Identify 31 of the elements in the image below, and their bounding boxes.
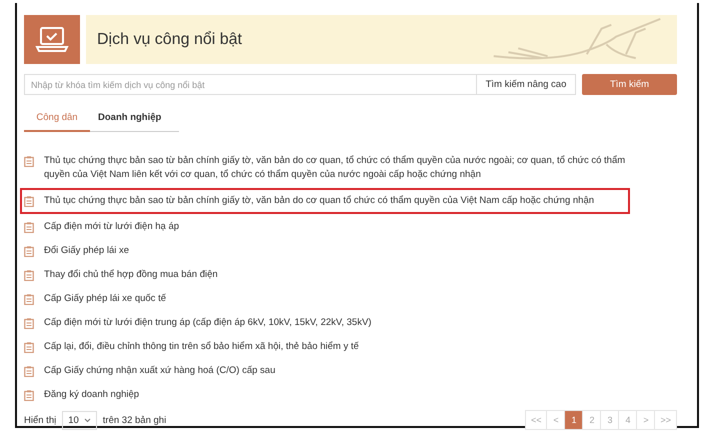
service-link[interactable]: Đăng ký doanh nghiệp: [44, 388, 628, 402]
service-link[interactable]: Thay đổi chủ thể hợp đồng mua bán điện: [44, 268, 628, 282]
service-link[interactable]: Đổi Giấy phép lái xe: [44, 244, 628, 258]
search-button[interactable]: Tìm kiếm: [582, 74, 677, 95]
clipboard-icon: [24, 246, 34, 257]
page-button[interactable]: 1: [564, 411, 582, 429]
clipboard-icon: [24, 294, 34, 305]
clipboard-icon: [24, 390, 34, 401]
search-field[interactable]: Nhập từ khóa tìm kiếm dịch vụ công nổi bật Tìm kiếm nâng cao: [24, 74, 576, 95]
clipboard-icon: [24, 318, 34, 329]
service-link[interactable]: Cấp điện mới từ lưới điện hạ áp: [44, 220, 628, 234]
laptop-check-icon: [24, 15, 80, 64]
service-link[interactable]: Cấp Giấy phép lái xe quốc tế: [44, 292, 628, 306]
show-label: Hiển thị: [24, 414, 56, 426]
service-link[interactable]: Thủ tục chứng thực bản sao từ bản chính giấy tờ, văn bản do cơ quan tổ chức có thẩm quyền của Việt Nam cấp hoặc chứng nhận: [44, 194, 628, 208]
tab[interactable]: Doanh nghiệp: [90, 107, 172, 132]
clipboard-icon: [24, 270, 34, 281]
clipboard-icon: [24, 366, 34, 377]
page-size-select[interactable]: 10: [62, 410, 97, 430]
page-title: Dịch vụ công nổi bật: [97, 30, 242, 48]
record-count: trên 32 bản ghi: [102, 414, 166, 426]
service-link[interactable]: Thủ tục chứng thực bản sao từ bản chính giấy tờ, văn bản do cơ quan, tổ chức có thẩm quyền của nước ngoài; cơ quan, tổ chức có thẩm quyền của Việt Nam liên kết với cơ quan, tổ chức có thẩm quyền của nước ngoài cấp hoặc chứng nhận: [44, 154, 628, 182]
clipboard-icon: [24, 156, 34, 167]
highlighted-service-row[interactable]: Thủ tục chứng thực bản sao từ bản chính giấy tờ, văn bản do cơ quan tổ chức có thẩm quyền của Việt Nam cấp hoặc chứng nhận: [20, 188, 630, 214]
clipboard-icon: [24, 342, 34, 353]
service-link[interactable]: Cấp Giấy chứng nhận xuất xứ hàng hoá (C/O) cấp sau: [44, 364, 628, 378]
tab[interactable]: Công dân: [24, 107, 90, 132]
clipboard-icon: [24, 196, 34, 207]
service-link[interactable]: Cấp lại, đổi, điều chỉnh thông tin trên sổ bảo hiểm xã hội, thẻ bảo hiểm y tế: [44, 340, 628, 354]
service-link[interactable]: Cấp điện mới từ lưới điện trung áp (cấp điện áp 6kV, 10kV, 15kV, 22kV, 35kV): [44, 316, 628, 330]
clipboard-icon: [24, 222, 34, 233]
